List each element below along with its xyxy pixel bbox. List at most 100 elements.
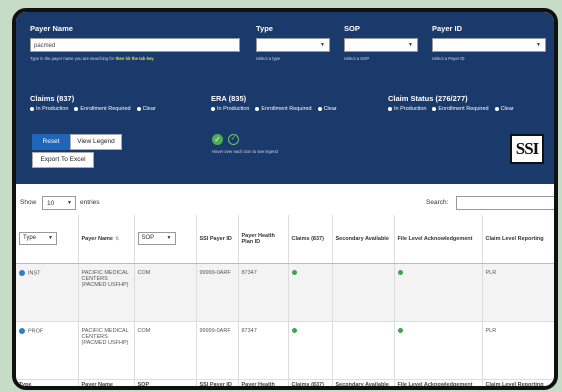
type-filter-header: Type ▼ <box>16 215 79 264</box>
chevron-down-icon: ▼ <box>67 200 72 206</box>
claims-header[interactable]: Claims (837) <box>288 215 333 264</box>
footer-payer-name: Payer Name <box>78 378 135 386</box>
radio-dot-icon <box>74 107 79 111</box>
expand-row-icon[interactable] <box>19 269 25 276</box>
payer-name-hint: Type in the payer name you are searching… <box>30 56 154 61</box>
type-select[interactable]: ▼ <box>256 38 330 52</box>
radio-label: In Production <box>217 106 250 112</box>
entries-label: entries <box>80 199 100 206</box>
table-footer-row: Type Payer Name SOP SSI Payer ID Payer H… <box>16 378 554 386</box>
file-ack-cell <box>394 263 483 322</box>
reset-button[interactable]: Reset <box>32 134 70 150</box>
payer-id-select[interactable]: ▼ <box>432 38 546 52</box>
health-plan-id-cell: 87347 <box>238 263 289 322</box>
claims-837-radio-group: In Production Enrollment Required Clear <box>30 106 156 112</box>
payer-name-cell: PACIFIC MEDICAL CENTERS (PACMED USFHP) <box>78 263 135 322</box>
secondary-cell <box>332 263 395 322</box>
expand-row-icon[interactable] <box>19 327 25 334</box>
footer-claims: Claims (837) <box>288 378 333 386</box>
radio-dot-icon <box>317 107 322 111</box>
radio-enrollment-required[interactable]: Enrollment Required <box>255 106 312 112</box>
entries-select[interactable]: 10 ▼ <box>42 196 76 210</box>
table-controls: Show 10 ▼ entries Search: <box>16 196 554 212</box>
radio-in-production[interactable]: In Production <box>211 106 249 112</box>
chevron-down-icon: ▼ <box>320 42 325 48</box>
type-cell: INST <box>16 263 79 322</box>
radio-in-production[interactable]: In Production <box>30 106 68 112</box>
radio-dot-icon <box>136 107 141 111</box>
file-ack-header[interactable]: File Level Acknowledgement <box>394 215 483 264</box>
payer-name-hint-text: Type in the payer name you are searching… <box>30 56 115 61</box>
status-green-icon <box>291 327 297 333</box>
payer-name-input[interactable]: pacmed <box>30 38 240 52</box>
radio-dot-icon <box>30 107 34 111</box>
ssi-payer-id-cell: 99999-0ARF <box>196 321 239 380</box>
table-row[interactable]: PROF PACIFIC MEDICAL CENTERS (PACMED USF… <box>16 321 554 380</box>
claims-cell <box>288 263 333 322</box>
radio-clear[interactable]: Clear <box>317 106 337 112</box>
chevron-down-icon: ▼ <box>536 42 541 48</box>
radio-label: Enrollment Required <box>80 106 131 112</box>
radio-label: Enrollment Required <box>438 106 489 112</box>
claim-level-cell: PLR <box>482 263 554 322</box>
radio-in-production[interactable]: In Production <box>388 106 426 112</box>
footer-claim-level: Claim Level Reporting <box>482 378 554 386</box>
radio-dot-icon <box>494 107 499 111</box>
payer-name-cell: PACIFIC MEDICAL CENTERS (PACMED USFHP) <box>78 321 135 380</box>
claim-status-label: Claim Status (276/277) <box>388 94 468 103</box>
search-input[interactable] <box>456 196 554 210</box>
file-ack-cell <box>394 321 483 380</box>
radio-label: Clear <box>142 106 156 112</box>
footer-sop: SOP <box>134 378 197 386</box>
payer-table: Type ▼ Payer Name ⇅ SOP ▼ SSI Payer ID Paye… <box>16 215 554 386</box>
search-label: Search: <box>426 199 449 206</box>
radio-clear[interactable]: Clear <box>136 106 156 112</box>
type-filter-select[interactable]: Type ▼ <box>19 232 57 246</box>
payer-name-label: Payer Name <box>30 24 73 33</box>
ssi-payer-id-cell: 99999-0ARF <box>196 263 239 322</box>
footer-health-plan-id: Payer Health Plan ID <box>238 378 289 386</box>
export-excel-button[interactable]: Export To Excel <box>32 152 94 168</box>
health-plan-id-cell: 87347 <box>238 321 289 380</box>
legend-check-outline-icon[interactable]: ✓ <box>228 134 239 145</box>
secondary-header[interactable]: Secondary Available <box>332 215 395 264</box>
radio-clear[interactable]: Clear <box>494 106 514 112</box>
status-green-icon <box>291 269 297 275</box>
radio-label: Clear <box>500 106 514 112</box>
legend-check-icon[interactable]: ✓ <box>212 134 223 145</box>
table-row[interactable]: INST PACIFIC MEDICAL CENTERS (PACMED USF… <box>16 263 554 322</box>
chevron-down-icon: ▼ <box>166 235 172 242</box>
secondary-cell <box>332 321 395 380</box>
sop-filter-value: SOP <box>141 235 155 242</box>
radio-enrollment-required[interactable]: Enrollment Required <box>432 106 489 112</box>
radio-enrollment-required[interactable]: Enrollment Required <box>74 106 131 112</box>
type-label: Type <box>256 24 273 33</box>
claim-level-header[interactable]: Claim Level Reporting <box>482 215 554 264</box>
claim-level-cell: PLR <box>482 321 554 380</box>
view-legend-button[interactable]: View Legend <box>70 134 122 150</box>
payer-health-plan-id-header[interactable]: Payer Health Plan ID <box>238 215 289 264</box>
sop-label: SOP <box>344 24 360 33</box>
filter-panel: Payer Name pacmed Type in the payer name… <box>16 12 554 184</box>
payer-name-header[interactable]: Payer Name ⇅ <box>78 215 135 264</box>
footer-type: Type <box>16 378 79 386</box>
ssi-payer-id-header[interactable]: SSI Payer ID <box>196 215 239 264</box>
payer-id-label: Payer ID <box>432 24 463 33</box>
claims-837-label: Claims (837) <box>30 94 75 103</box>
radio-label: Clear <box>323 106 337 112</box>
radio-dot-icon <box>388 107 392 111</box>
radio-dot-icon <box>211 107 215 111</box>
chevron-down-icon: ▼ <box>48 235 53 242</box>
sop-filter-select[interactable]: SOP ▼ <box>137 232 176 246</box>
era-835-radio-group: In Production Enrollment Required Clear <box>211 106 337 112</box>
sort-icon: ⇅ <box>115 235 120 242</box>
sop-hint: Select a SOP <box>344 56 370 61</box>
type-cell: PROF <box>16 321 79 380</box>
claims-cell <box>288 321 333 380</box>
payer-name-hint-highlight: then hit the tab key <box>115 56 154 61</box>
footer-secondary: Secondary Available <box>332 378 395 386</box>
type-filter-value: Type <box>23 235 37 242</box>
sop-select[interactable]: ▼ <box>344 38 418 52</box>
radio-dot-icon <box>432 107 437 111</box>
type-value: PROF <box>28 327 44 334</box>
